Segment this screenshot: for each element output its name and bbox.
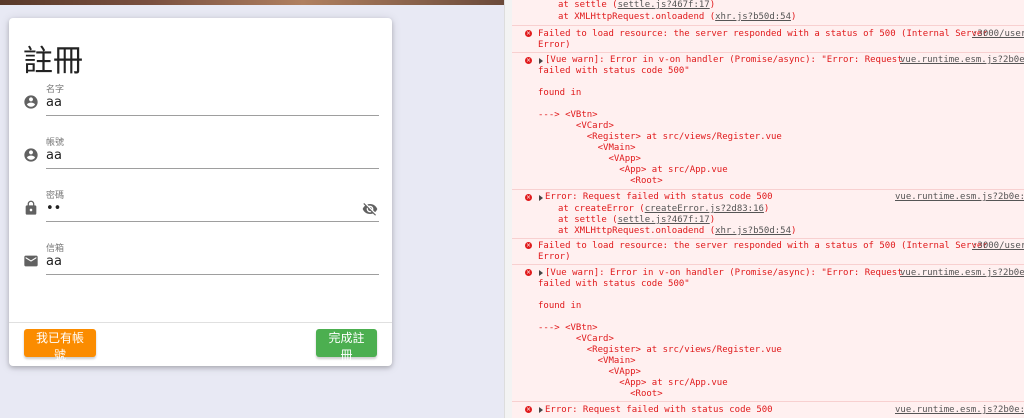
name-label: 名字 [46,85,65,95]
password-underline [46,221,379,222]
source-link[interactable]: settle.js?467f:17 [618,215,710,225]
submit-register-button[interactable]: 完成註冊 [316,329,377,362]
source-link[interactable]: vue.runtime.esm.js?2b0e:1 [895,192,1024,202]
email-underline [46,274,379,275]
console-message: <App> at src/App.vue [538,165,728,175]
account-field[interactable]: 帳號 aa [23,135,379,177]
account-input[interactable]: aa [46,148,62,163]
console-message: [Vue warn]: Error in v-on handler (Promi… [545,268,903,278]
source-link[interactable]: :3000/users [972,241,1024,251]
header-image [0,0,504,5]
console-divider [512,189,1024,190]
expand-triangle-icon[interactable] [539,270,543,276]
password-input[interactable]: •• [46,201,61,216]
source-link[interactable]: createError.js?2d83:16 [645,204,764,214]
expand-triangle-icon[interactable] [539,195,543,201]
email-icon [24,255,38,267]
console-divider [512,401,1024,402]
console-message: <VMain> [538,143,636,153]
console-divider [512,52,1024,53]
console-message: <VApp> [538,154,641,164]
console-message: Error) [538,40,571,50]
console-message: <Root> [538,389,663,399]
email-label: 信箱 [46,244,65,254]
console-divider [512,25,1024,26]
console-message: [Vue warn]: Error in v-on handler (Promi… [545,55,903,65]
console-message: <App> at src/App.vue [538,378,728,388]
account-label: 帳號 [46,138,65,148]
error-icon: × [525,30,532,37]
console-message: Error: Request failed with status code 5… [545,192,773,202]
console-message: <VMain> [538,356,636,366]
console-message: found in [538,301,582,311]
console-message: found in [538,88,582,98]
console-message: Error: Request failed with status code 5… [545,405,773,415]
source-link[interactable]: settle.js?467f:17 [618,0,710,10]
console-line: at settle (settle.js?467f:17) [558,0,716,10]
card-divider [9,322,392,323]
console-message: <VApp> [538,367,641,377]
error-icon: × [525,406,532,413]
password-field[interactable]: 密碼 •• [23,188,379,230]
console-line: at createError (createError.js?2d83:16) [558,204,770,214]
source-link[interactable]: vue.runtime.esm.js?2b0e:6 [900,55,1024,65]
source-link[interactable]: xhr.js?b50d:54 [715,226,791,236]
register-card: 註冊 名字 aa 帳號 aa 密碼 •• 信箱 aa 我已有帳號 完成註冊 [9,18,392,366]
console-message: <Register> at src/views/Register.vue [538,132,782,142]
devtools-console: at settle (settle.js?467f:17) at XMLHttp… [512,0,1024,418]
lock-icon [25,200,37,215]
console-message: failed with status code 500" [538,66,690,76]
console-line: at settle (settle.js?467f:17) [558,215,716,225]
console-message: Failed to load resource: the server resp… [538,241,988,251]
console-message: <Root> [538,176,663,186]
expand-triangle-icon[interactable] [539,407,543,413]
source-link[interactable]: vue.runtime.esm.js?2b0e:6 [900,268,1024,278]
name-input[interactable]: aa [46,95,62,110]
expand-triangle-icon[interactable] [539,58,543,64]
account-circle-icon [24,95,38,109]
password-label: 密碼 [46,191,65,201]
source-link[interactable]: xhr.js?b50d:54 [715,12,791,22]
source-link[interactable]: :3000/users [972,29,1024,39]
page-title: 註冊 [23,44,83,79]
console-message: ---> <VBtn> [538,323,598,333]
console-message: <Register> at src/views/Register.vue [538,345,782,355]
email-field[interactable]: 信箱 aa [23,241,379,283]
console-message: failed with status code 500" [538,279,690,289]
console-message: <VCard> [538,121,614,131]
console-message: Error) [538,252,571,262]
error-icon: × [525,194,532,201]
email-input[interactable]: aa [46,254,62,269]
error-icon: × [525,242,532,249]
have-account-button[interactable]: 我已有帳號 [24,329,96,362]
console-divider [512,264,1024,265]
console-message: ---> <VBtn> [538,110,598,120]
name-underline [46,115,379,116]
console-divider [512,238,1024,239]
source-link[interactable]: vue.runtime.esm.js?2b0e:1 [895,405,1024,415]
account-circle-icon [24,148,38,162]
error-icon: × [525,57,532,64]
name-field[interactable]: 名字 aa [23,82,379,124]
console-message: <VCard> [538,334,614,344]
console-line: at XMLHttpRequest.onloadend (xhr.js?b50d… [558,226,797,236]
error-icon: × [525,269,532,276]
visibility-off-icon[interactable] [361,201,379,217]
account-underline [46,168,379,169]
console-message: Failed to load resource: the server resp… [538,29,988,39]
console-line: at XMLHttpRequest.onloadend (xhr.js?b50d… [558,12,797,22]
